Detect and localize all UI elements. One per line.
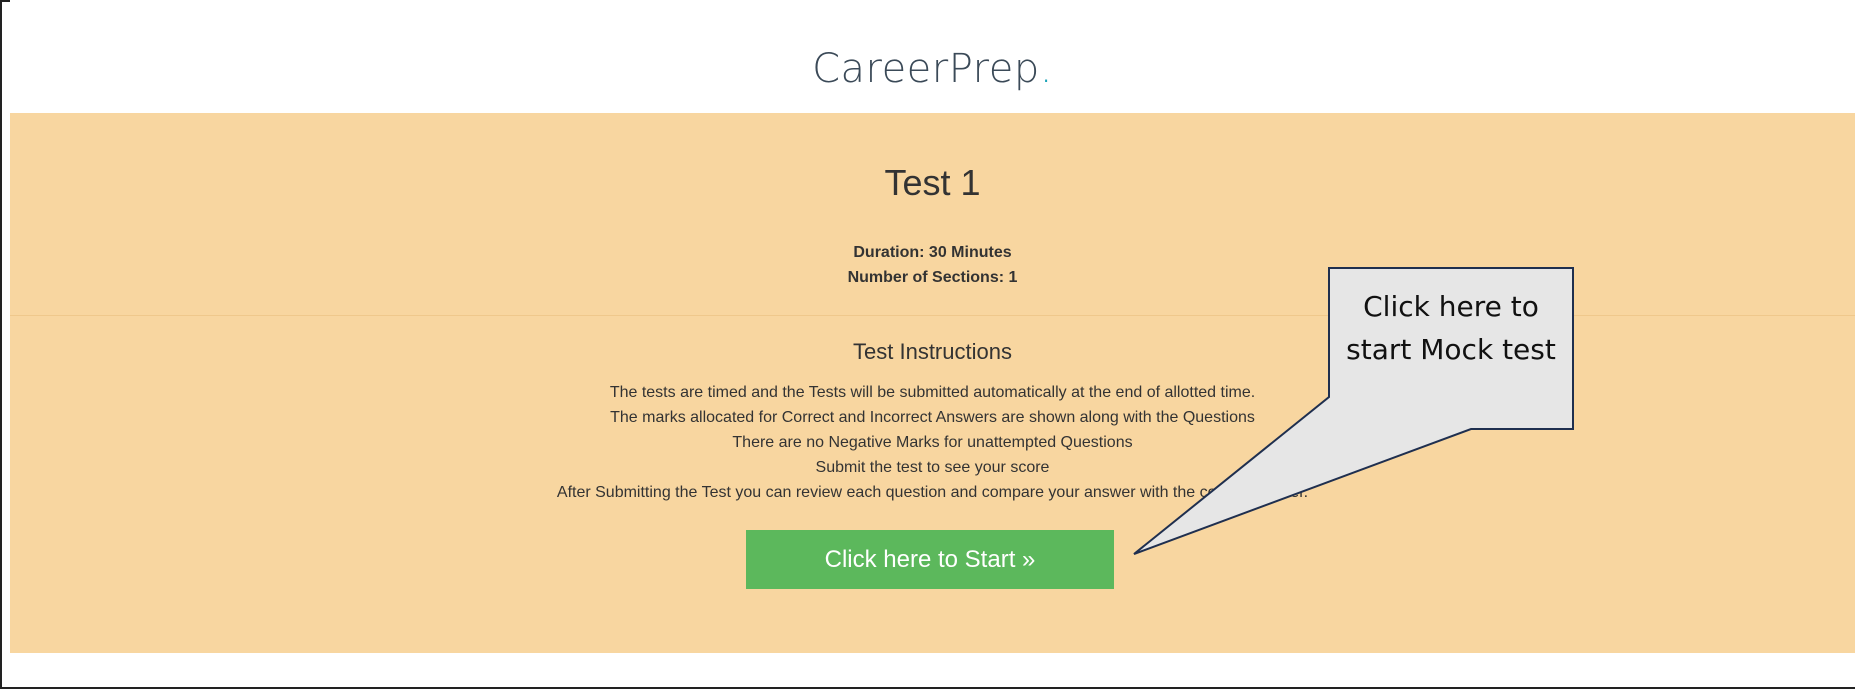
callout-text: Click here to start Mock test — [1346, 290, 1556, 366]
callout-shape — [1133, 267, 1574, 555]
